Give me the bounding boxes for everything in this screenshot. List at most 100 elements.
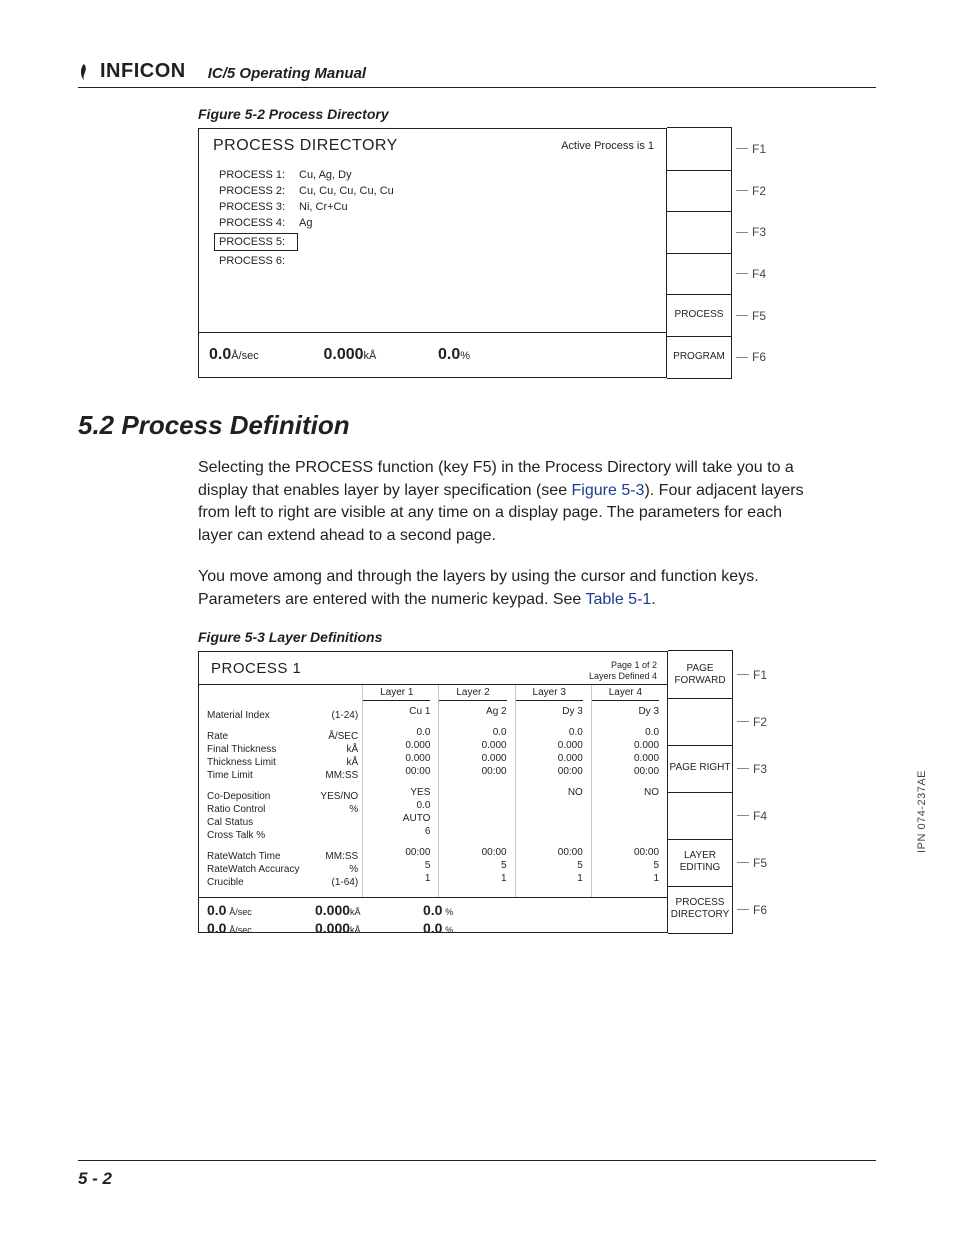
f6-label: F6: [752, 350, 766, 364]
brand-text: INFICON: [100, 60, 186, 83]
f4-label: F4: [753, 809, 767, 823]
param-unit: YES/NO: [317, 790, 358, 803]
f4-button[interactable]: [668, 792, 733, 840]
param-value: 00:00: [592, 846, 659, 859]
f1-button[interactable]: [667, 127, 732, 171]
param-label: Co-Deposition: [207, 790, 317, 803]
f6-process-directory-button[interactable]: PROCESS DIRECTORY: [668, 886, 733, 934]
manual-title: IC/5 Operating Manual: [208, 65, 366, 83]
param-value: 5: [363, 859, 430, 872]
process-row-selected: PROCESS 5:: [219, 233, 654, 251]
layer-column-header: Layer 4: [592, 685, 659, 701]
thickness-readout-1: 0.000kÅ: [315, 902, 361, 918]
param-value: [516, 812, 583, 825]
param-value: 0.0: [363, 799, 430, 812]
param-value: 5: [516, 859, 583, 872]
param-value: 00:00: [363, 846, 430, 859]
param-value: [516, 799, 583, 812]
param-value: 1: [439, 872, 506, 885]
param-unit: kÅ: [317, 756, 358, 769]
figure-5-3-caption: Figure 5-3 Layer Definitions: [198, 629, 876, 645]
param-unit: %: [317, 803, 358, 816]
param-value: Cu 1: [363, 705, 430, 718]
param-value: [516, 825, 583, 838]
f2-label: F2: [752, 184, 766, 198]
layer-column-header: Layer 3: [516, 685, 583, 701]
rate-readout-1: 0.0 Å/sec: [207, 902, 252, 918]
status-bar: 0.0Å/sec 0.000kÅ 0.0%: [199, 332, 666, 377]
f3-page-right-button[interactable]: PAGE RIGHT: [668, 745, 733, 793]
function-key-column: F1 F2 F3 F4 PROCESSF5 PROGRAMF6: [667, 128, 767, 378]
param-value: 1: [363, 872, 430, 885]
param-unit: MM:SS: [317, 769, 358, 782]
param-unit: %: [317, 863, 358, 876]
param-value: 0.0: [592, 726, 659, 739]
figure-5-3: PROCESS 1 Page 1 of 2Layers Defined 4 Ma…: [198, 651, 876, 933]
layer-column-header: Layer 2: [439, 685, 506, 701]
brand-logo: INFICON: [78, 60, 186, 83]
active-process-label: Active Process is 1: [561, 140, 654, 152]
param-value: Ag 2: [439, 705, 506, 718]
f2-button[interactable]: [668, 698, 733, 746]
rate-readout-2: 0.0 Å/sec: [207, 920, 252, 936]
section-heading: 5.2 Process Definition: [78, 410, 876, 441]
f3-button[interactable]: [667, 211, 732, 254]
param-unit: (1-24): [317, 709, 358, 722]
f3-label: F3: [752, 225, 766, 239]
logo-icon: [78, 62, 96, 82]
xref-table-5-1[interactable]: Table 5-1: [585, 591, 651, 608]
param-value: 0.000: [439, 739, 506, 752]
process-directory-screen: PROCESS DIRECTORY Active Process is 1 PR…: [198, 128, 667, 378]
param-value: 1: [516, 872, 583, 885]
param-label: Final Thickness: [207, 743, 317, 756]
process-row: PROCESS 2:Cu, Cu, Cu, Cu, Cu: [219, 185, 654, 197]
param-value: [439, 812, 506, 825]
param-value: [592, 825, 659, 838]
param-label: Crucible: [207, 876, 317, 889]
param-label: Cal Status: [207, 816, 317, 829]
f6-program-button[interactable]: PROGRAM: [667, 336, 732, 379]
param-value: 5: [439, 859, 506, 872]
param-value: 1: [592, 872, 659, 885]
ipn-label: IPN 074-237AE: [916, 770, 928, 853]
page-footer: 5 - 2: [78, 1160, 876, 1189]
f5-process-button[interactable]: PROCESS: [667, 294, 732, 337]
status-bar: 0.0 Å/sec 0.0 Å/sec 0.000kÅ 0.000kÅ 0.0 …: [199, 897, 667, 932]
param-label: Material Index: [207, 709, 317, 722]
f6-label: F6: [753, 903, 767, 917]
param-unit: (1-64): [317, 876, 358, 889]
param-value: [592, 799, 659, 812]
param-value: YES: [363, 786, 430, 799]
figure-5-2: PROCESS DIRECTORY Active Process is 1 PR…: [198, 128, 876, 378]
param-value: 00:00: [363, 765, 430, 778]
param-value: 0.000: [363, 752, 430, 765]
f2-button[interactable]: [667, 169, 732, 212]
param-value: 6: [363, 825, 430, 838]
f1-page-forward-button[interactable]: PAGE FORWARD: [668, 650, 733, 699]
param-value: 0.000: [516, 739, 583, 752]
process-row: PROCESS 1:Cu, Ag, Dy: [219, 169, 654, 181]
param-value: [439, 825, 506, 838]
thickness-readout: 0.000kÅ: [314, 346, 429, 364]
param-label: Time Limit: [207, 769, 317, 782]
function-key-column: PAGE FORWARDF1 F2 PAGE RIGHTF3 F4 LAYER …: [668, 651, 768, 933]
param-value: [592, 812, 659, 825]
param-label: Thickness Limit: [207, 756, 317, 769]
param-value: 0.0: [439, 726, 506, 739]
param-unit: MM:SS: [317, 850, 358, 863]
param-unit: [317, 816, 358, 829]
param-value: Dy 3: [592, 705, 659, 718]
layer-definitions-screen: PROCESS 1 Page 1 of 2Layers Defined 4 Ma…: [198, 651, 668, 933]
param-value: 0.000: [363, 739, 430, 752]
param-label: Cross Talk %: [207, 829, 317, 842]
f4-button[interactable]: [667, 253, 732, 296]
param-value: AUTO: [363, 812, 430, 825]
param-label: Ratio Control: [207, 803, 317, 816]
f2-label: F2: [753, 715, 767, 729]
body-text: Selecting the PROCESS function (key F5) …: [198, 457, 818, 611]
page-header: INFICON IC/5 Operating Manual: [78, 60, 876, 88]
xref-figure-5-3[interactable]: Figure 5-3: [572, 482, 645, 499]
f3-label: F3: [753, 762, 767, 776]
f5-layer-editing-button[interactable]: LAYER EDITING: [668, 839, 733, 887]
process-row: PROCESS 6:: [219, 255, 654, 267]
